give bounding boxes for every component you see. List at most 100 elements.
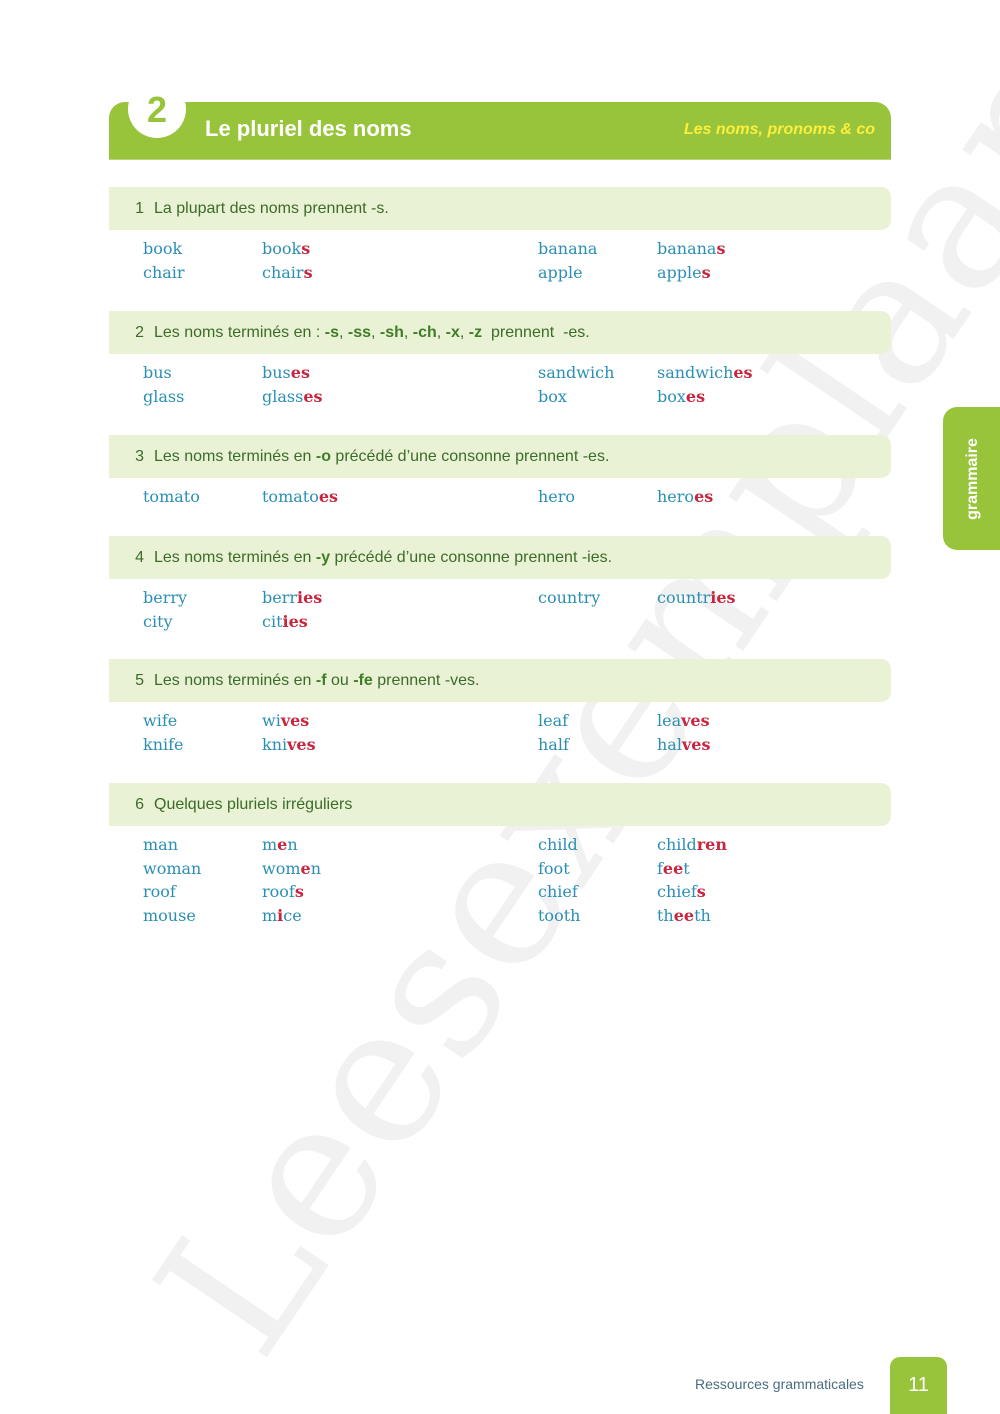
word-stem: cit [262,611,283,631]
rule-text-part: La plupart des noms prennent -s. [154,199,389,217]
plural-ending: s [303,262,313,282]
plural-ending: ves [280,711,310,730]
rule-text: Les noms terminés en : -s, -ss, -sh, -ch… [144,324,590,342]
plural-ending: s [696,882,706,901]
rule-banner: 3 Les noms terminés en -o précédé d’une c… [109,435,891,478]
plural-ending: ies [710,588,736,607]
rule-ending: -ch [412,323,437,341]
singular-word: mouse [143,905,196,925]
rule-text-part: , [403,323,413,341]
plural-ending: s [701,262,711,282]
plural-word: buses [262,363,310,382]
word-rest: ce [283,905,302,925]
rule-text-part: prennent -ves. [372,671,480,689]
rule-number: 2 [135,323,144,341]
plural-ending: ies [282,611,308,631]
singular-word: roof [143,882,176,901]
rule-number: 1 [135,199,144,217]
plural-word: children [657,835,727,854]
example-row: berry berries country countries [109,588,891,612]
singular-word: chief [538,882,578,901]
singular-word: country [538,588,601,607]
plural-word: heroes [657,487,713,506]
word-stem: apple [657,262,702,282]
example-row: knife knives half halves [109,735,891,759]
word-stem: lea [657,711,682,730]
example-row: chair chairs apple apples [109,263,891,287]
singular-word: man [143,835,179,854]
plural-word: chiefs [657,882,706,901]
singular-word: wife [143,711,178,730]
rule-text-part: précédé d’une consonne prennent -es. [330,447,610,465]
singular-word: leaf [538,711,569,730]
plural-ending: ves [287,734,316,754]
side-tab-grammaire[interactable]: grammaire [943,407,1000,550]
rule-text-part: Les noms terminés en [154,447,316,465]
rule-section: 4 Les noms terminés en -y précédé d’une c… [109,536,891,635]
plural-word: roofs [262,882,304,901]
plural-word: chairs [262,263,313,282]
plural-ending: ves [681,734,711,754]
rule-banner: 5 Les noms terminés en -f ou -fe prennent… [109,659,891,702]
word-stem: bus [262,363,291,382]
example-row: city cities [109,612,891,636]
word-stem: kni [262,734,288,754]
word-stem: book [262,239,302,258]
word-rest: th [694,905,711,925]
plural-ending: s [301,239,311,258]
rule-text-part: Les noms terminés en [154,671,316,689]
plural-ending: ren [696,835,727,854]
singular-word: bus [143,363,172,382]
singular-word: banana [538,239,598,258]
rule-text: La plupart des noms prennent -s. [144,200,389,218]
word-stem: hero [657,487,695,506]
rule-text: Les noms terminés en -f ou -fe prennent … [144,672,480,690]
example-table: wife wives leaf leaves knife knives half halves [109,711,891,758]
rule-text-part: Quelques pluriels irréguliers [154,795,353,813]
example-table: tomato tomatoes hero heroes [109,487,891,511]
rule-number: 3 [135,447,144,465]
plural-ending: es [694,487,714,506]
rule-number: 6 [135,795,144,813]
singular-word: apple [538,262,583,282]
word-stem: child [657,835,697,854]
word-stem: m [262,905,278,925]
word-stem: wi [262,711,281,730]
example-row: tomato tomatoes hero heroes [109,487,891,511]
word-stem: box [657,386,686,406]
rule-banner: 6 Quelques pluriels irréguliers [109,783,891,826]
word-rest: n [287,835,298,854]
rule-ending: -z [468,323,483,341]
chapter-header: 2 Le pluriel des noms Les noms, pronoms … [109,80,891,159]
rule-text-part: , [436,323,446,341]
plural-word: books [262,239,310,258]
rule-number: 4 [135,548,144,566]
rule-ending: -fe [353,671,373,689]
plural-ending: e [300,858,311,878]
word-stem: chair [262,262,304,282]
singular-word: knife [143,734,184,754]
plural-ending: es [318,487,339,506]
singular-word: chair [143,262,185,282]
rule-text-part: Les noms terminés en : [154,323,325,341]
plural-ending: e [277,835,288,854]
plural-word: countries [657,588,736,607]
chapter-number: 2 [128,80,186,138]
plural-word: glasses [262,387,323,406]
rule-text: Les noms terminés en -y précédé d’une co… [144,549,612,567]
singular-word: hero [538,487,576,506]
rule-text-part: précédé d’une consonne prennent -ies. [330,548,613,566]
rule-text-part: Les noms terminés en [154,548,316,566]
rule-ending: -s [324,323,339,341]
rule-ending: -x [445,323,460,341]
word-stem: wom [262,858,301,878]
plural-word: bananas [657,239,725,258]
rule-text: Quelques pluriels irréguliers [144,796,352,814]
example-row: bus buses sandwich sandwiches [109,363,891,387]
singular-word: tomato [143,487,200,506]
rule-text-part: , [338,323,348,341]
plural-word: berries [262,588,322,607]
word-stem: sandwich [657,363,734,382]
rule-text: Les noms terminés en -o précédé d’une co… [144,448,609,466]
plural-ending: s [294,882,304,901]
